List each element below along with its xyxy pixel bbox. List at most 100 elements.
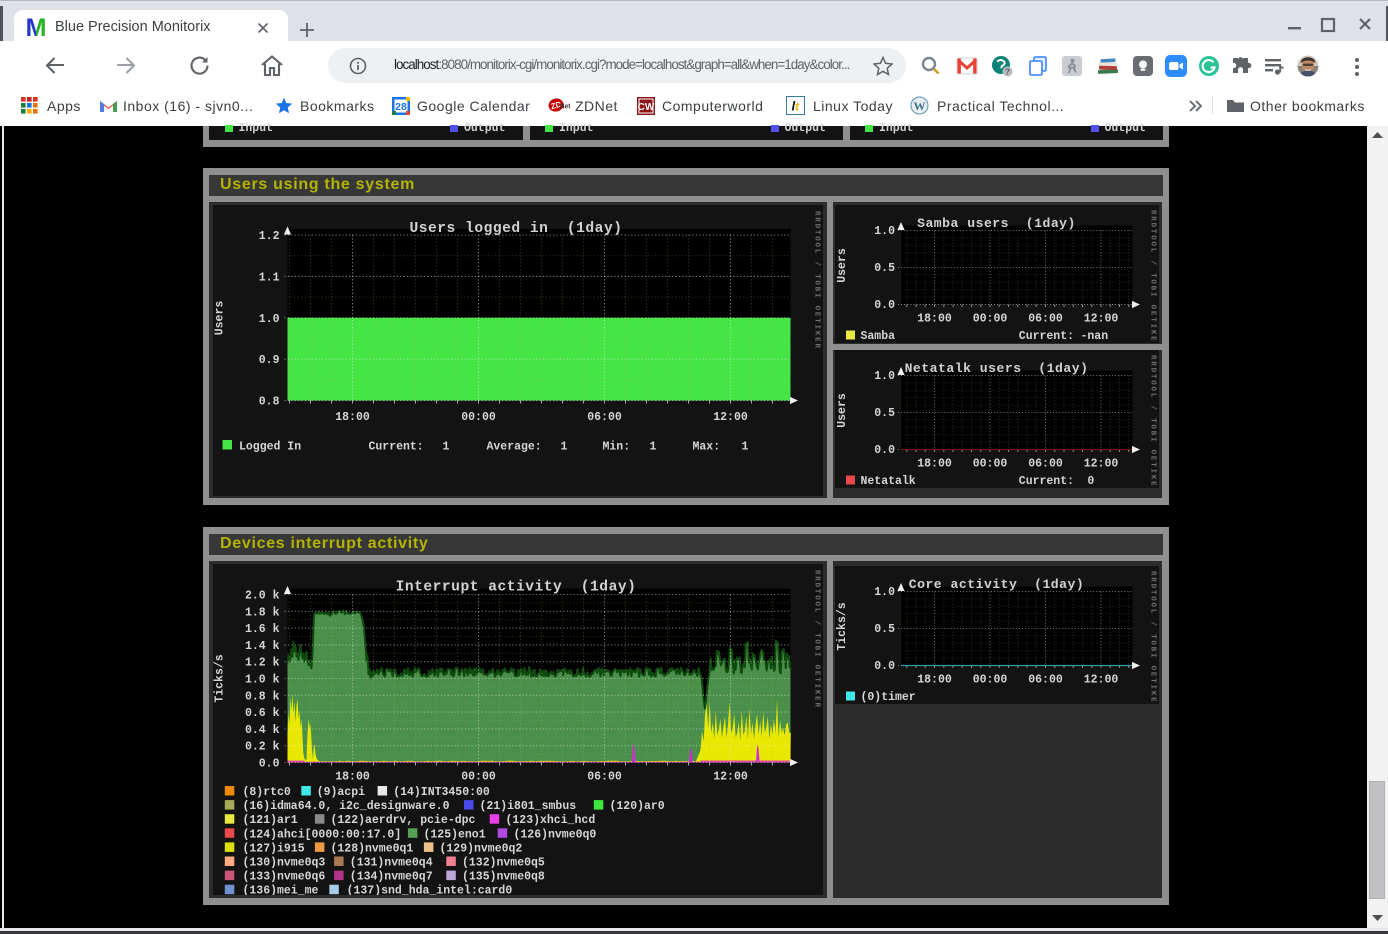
- svg-text:(136)mei_me: (136)mei_me: [242, 884, 318, 894]
- svg-text:18:00: 18:00: [917, 457, 952, 470]
- svg-text:RRDTOOL / TOBI OETIKER: RRDTOOL / TOBI OETIKER: [812, 211, 820, 350]
- svg-text:18:00: 18:00: [917, 313, 952, 326]
- svg-text:12:00: 12:00: [713, 411, 748, 424]
- svg-text:Average:: Average:: [486, 440, 541, 453]
- svg-text:1.4 k: 1.4 k: [244, 639, 279, 652]
- svg-text:Current:: Current:: [368, 440, 423, 453]
- svg-text:0.0: 0.0: [874, 299, 895, 312]
- svg-text:(122)aerdrv, pcie-dpc: (122)aerdrv, pcie-dpc: [330, 814, 475, 827]
- svg-text:RRDTOOL / TOBI OETIKER: RRDTOOL / TOBI OETIKER: [1148, 355, 1156, 488]
- svg-text:CW: CW: [638, 102, 655, 113]
- svg-text:Samba users (1day): Samba users (1day): [917, 216, 1076, 231]
- svg-text:00:00: 00:00: [461, 411, 496, 424]
- svg-text:0.8 k: 0.8 k: [244, 690, 279, 703]
- svg-text:0.8: 0.8: [258, 395, 279, 408]
- svg-text:(127)i915: (127)i915: [242, 842, 304, 855]
- svg-text:(128)nvme0q1: (128)nvme0q1: [330, 842, 413, 855]
- svg-text:M: M: [26, 15, 47, 37]
- svg-text:1: 1: [560, 440, 567, 453]
- svg-text:00:00: 00:00: [461, 770, 496, 783]
- svg-text:(129)nvme0q2: (129)nvme0q2: [439, 842, 522, 855]
- svg-text:RRDTOOL / TOBI OETIKER: RRDTOOL / TOBI OETIKER: [1148, 210, 1156, 343]
- svg-text:0.0: 0.0: [874, 444, 895, 457]
- svg-text:(135)nvme0q8: (135)nvme0q8: [462, 870, 545, 883]
- svg-text:1.0: 1.0: [874, 370, 895, 383]
- svg-text:1: 1: [442, 440, 449, 453]
- svg-text:Current:: Current:: [1018, 475, 1073, 488]
- svg-text:1.6 k: 1.6 k: [244, 623, 279, 636]
- svg-text:(8)rtc0: (8)rtc0: [242, 786, 290, 799]
- svg-text:12:00: 12:00: [1083, 457, 1118, 470]
- svg-text:12:00: 12:00: [713, 770, 748, 783]
- svg-text:0: 0: [1080, 475, 1094, 488]
- svg-text:(133)nvme0q6: (133)nvme0q6: [242, 870, 325, 883]
- svg-text:0.5: 0.5: [874, 623, 895, 636]
- svg-text:Logged In: Logged In: [239, 440, 301, 453]
- svg-text:00:00: 00:00: [972, 673, 1007, 686]
- svg-text:2.0 k: 2.0 k: [244, 589, 279, 602]
- svg-text:06:00: 06:00: [1028, 313, 1063, 326]
- svg-text:(124)ahci[0000:00:17.0]: (124)ahci[0000:00:17.0]: [242, 828, 401, 841]
- svg-text:1.8 k: 1.8 k: [244, 606, 279, 619]
- svg-text:Ticks/s: Ticks/s: [213, 654, 226, 702]
- svg-text:0.9: 0.9: [258, 354, 279, 367]
- svg-text:Net: Net: [559, 104, 570, 111]
- svg-text:RRDTOOL / TOBI OETIKER: RRDTOOL / TOBI OETIKER: [812, 570, 820, 709]
- svg-text:0.6 k: 0.6 k: [244, 707, 279, 720]
- svg-text:18:00: 18:00: [335, 770, 370, 783]
- svg-text:W: W: [914, 99, 926, 113]
- svg-text:1.0 k: 1.0 k: [244, 673, 279, 686]
- svg-text:1.0: 1.0: [258, 312, 279, 325]
- svg-text:(0)timer: (0)timer: [860, 691, 915, 704]
- svg-text:Interrupt activity (1day): Interrupt activity (1day): [395, 579, 636, 595]
- svg-text:Users: Users: [213, 300, 226, 335]
- svg-text:1.1: 1.1: [258, 271, 279, 284]
- svg-text:(9)acpi: (9)acpi: [316, 786, 364, 799]
- svg-text:00:00: 00:00: [972, 313, 1007, 326]
- svg-text:06:00: 06:00: [587, 411, 622, 424]
- svg-text:1: 1: [649, 440, 656, 453]
- svg-text:28: 28: [395, 101, 407, 113]
- svg-text:Min:: Min:: [602, 440, 630, 453]
- svg-text:(134)nvme0q7: (134)nvme0q7: [349, 870, 432, 883]
- svg-text:Samba: Samba: [860, 330, 895, 343]
- svg-text:0.0: 0.0: [258, 757, 279, 770]
- svg-text:(125)eno1: (125)eno1: [423, 828, 485, 841]
- svg-text:Ticks/s: Ticks/s: [836, 602, 849, 650]
- svg-text:(130)nvme0q3: (130)nvme0q3: [242, 856, 325, 869]
- svg-text:RRDTOOL / TOBI OETIKER: RRDTOOL / TOBI OETIKER: [1148, 571, 1156, 704]
- svg-text:Netatalk users (1day): Netatalk users (1day): [904, 361, 1088, 376]
- svg-text:?: ?: [1005, 67, 1010, 77]
- svg-text:Users: Users: [836, 248, 849, 283]
- svg-text:1.2: 1.2: [258, 230, 279, 243]
- svg-text:Core activity (1day): Core activity (1day): [908, 577, 1084, 592]
- svg-text:18:00: 18:00: [917, 673, 952, 686]
- svg-text:(120)ar0: (120)ar0: [609, 800, 664, 813]
- svg-text:(126)nvme0q0: (126)nvme0q0: [513, 828, 596, 841]
- svg-text:1.2 k: 1.2 k: [244, 656, 279, 669]
- svg-text:1: 1: [741, 440, 748, 453]
- svg-text:Max:: Max:: [692, 440, 720, 453]
- svg-text:1.0: 1.0: [874, 586, 895, 599]
- svg-text:06:00: 06:00: [587, 770, 622, 783]
- svg-text:00:00: 00:00: [972, 457, 1007, 470]
- svg-text:(123)xhci_hcd: (123)xhci_hcd: [505, 814, 595, 827]
- svg-text:(14)INT3450:00: (14)INT3450:00: [393, 786, 490, 799]
- svg-text:0.2 k: 0.2 k: [244, 740, 279, 753]
- svg-text:1.0: 1.0: [874, 225, 895, 238]
- svg-text:-nan: -nan: [1080, 330, 1108, 343]
- svg-text:Users logged in (1day): Users logged in (1day): [409, 221, 622, 237]
- svg-text:12:00: 12:00: [1083, 313, 1118, 326]
- svg-text:18:00: 18:00: [335, 411, 370, 424]
- svg-text:06:00: 06:00: [1028, 673, 1063, 686]
- svg-text:0.5: 0.5: [874, 407, 895, 420]
- svg-text:06:00: 06:00: [1028, 457, 1063, 470]
- svg-text:(121)ar1: (121)ar1: [242, 814, 297, 827]
- svg-text:(21)i801_smbus: (21)i801_smbus: [479, 800, 576, 813]
- svg-text:Users: Users: [836, 393, 849, 428]
- svg-text:0.0: 0.0: [874, 660, 895, 673]
- svg-text:Current:: Current:: [1018, 330, 1073, 343]
- svg-text:12:00: 12:00: [1083, 673, 1118, 686]
- svg-text:(16)idma64.0, i2c_designware.0: (16)idma64.0, i2c_designware.0: [242, 800, 449, 813]
- svg-text:0.5: 0.5: [874, 262, 895, 275]
